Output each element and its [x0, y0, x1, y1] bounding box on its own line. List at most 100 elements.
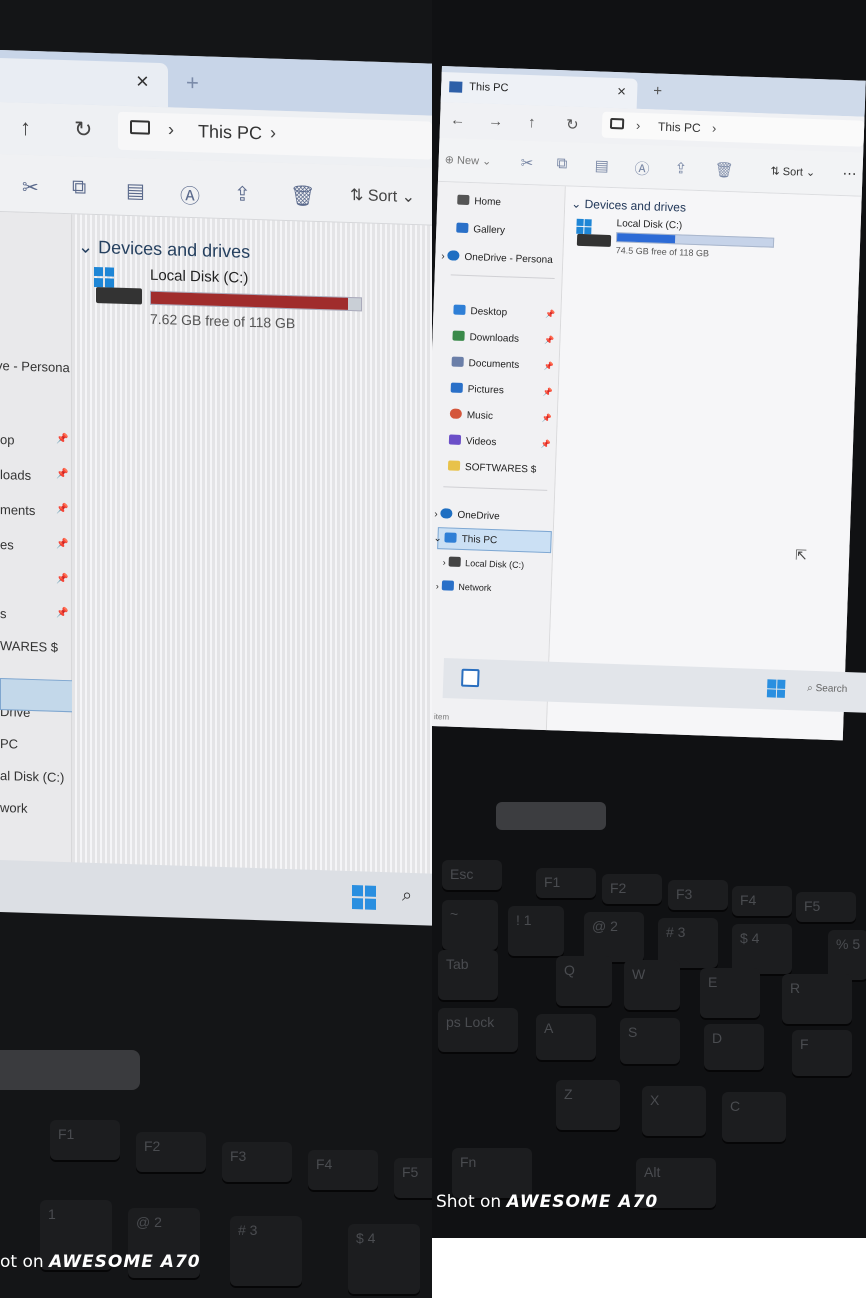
sidebar-item-music[interactable]: Music: [449, 408, 494, 422]
sidebar-item-pictures[interactable]: es: [0, 537, 14, 552]
pin-icon[interactable]: 📌: [543, 388, 553, 397]
sidebar-item-pictures[interactable]: Pictures: [450, 382, 505, 396]
back-arrow-icon[interactable]: ←: [450, 111, 466, 129]
breadcrumb-this-pc[interactable]: This PC: [198, 121, 262, 144]
key-label: F2: [144, 1138, 161, 1154]
more-options-icon[interactable]: ⋯: [842, 165, 857, 182]
new-tab-icon[interactable]: +: [653, 82, 662, 99]
pin-icon[interactable]: 📌: [545, 310, 555, 319]
keyboard-key: R: [782, 974, 852, 1024]
close-tab-icon[interactable]: ×: [617, 83, 626, 100]
sidebar-item-softwares[interactable]: SOFTWARES $: [447, 460, 537, 476]
chevron-right-icon[interactable]: ›: [270, 122, 276, 143]
key-label: ! 1: [516, 912, 532, 928]
key-label: F5: [804, 898, 821, 914]
drive-name[interactable]: Local Disk (C:): [150, 267, 248, 287]
sidebar-item-desktop[interactable]: op: [0, 432, 14, 447]
disk-shape: [576, 233, 612, 248]
sidebar-item-downloads[interactable]: Downloads: [452, 330, 519, 345]
keyboard-key: F1: [50, 1120, 120, 1160]
refresh-icon[interactable]: ↻: [74, 116, 92, 143]
sidebar-selection-this-pc[interactable]: [0, 678, 74, 713]
chevron-right-icon: ›: [168, 119, 174, 140]
start-button-icon[interactable]: [766, 679, 786, 698]
key-label: Esc: [450, 866, 474, 882]
paste-icon[interactable]: ▤: [126, 178, 145, 204]
taskbar-search[interactable]: ⌕ Search: [807, 683, 847, 695]
sidebar-item-documents[interactable]: Documents: [451, 356, 519, 371]
content-pane: ⌄ Devices and drives Local Disk (C:) 7.6…: [72, 214, 432, 924]
sidebar-item-downloads[interactable]: loads: [0, 467, 31, 483]
taskbar-app-icon[interactable]: [461, 668, 480, 688]
refresh-icon[interactable]: ↻: [566, 115, 579, 133]
watermark-brand: AWESOME A70: [506, 1192, 659, 1212]
search-icon[interactable]: ⌕: [402, 885, 412, 906]
sidebar-item-home[interactable]: Home: [457, 194, 502, 209]
forward-arrow-icon[interactable]: →: [488, 113, 504, 131]
rename-icon[interactable]: Ⓐ: [180, 180, 200, 210]
group-header-devices[interactable]: ⌄ Devices and drives: [571, 197, 686, 215]
pin-icon[interactable]: 📌: [543, 362, 553, 371]
sidebar-item-gallery[interactable]: Gallery: [456, 222, 505, 236]
sidebar-item-onedrive[interactable]: › OneDrive: [434, 508, 500, 522]
sidebar-item-label: OneDrive - Persona: [464, 251, 553, 266]
sidebar-item-local-disk[interactable]: al Disk (C:): [0, 768, 64, 785]
new-tab-icon[interactable]: +: [186, 70, 199, 96]
sidebar-item-softwares[interactable]: WARES $: [0, 638, 58, 655]
key-label: 1: [48, 1206, 56, 1222]
rename-icon[interactable]: Ⓐ: [634, 158, 650, 180]
cut-icon[interactable]: ✂: [520, 154, 533, 172]
this-pc-icon: [444, 532, 457, 543]
sidebar-item-label: Home: [474, 196, 502, 209]
close-tab-icon[interactable]: ×: [136, 68, 149, 94]
share-icon[interactable]: ⇪: [674, 159, 687, 177]
sidebar-item-videos[interactable]: s: [0, 606, 7, 621]
sidebar-item-network[interactable]: work: [0, 800, 27, 816]
delete-icon[interactable]: 🗑: [290, 183, 315, 209]
sidebar-item-label: SOFTWARES $: [464, 462, 537, 476]
paste-icon[interactable]: ▤: [594, 156, 609, 174]
key-label: W: [632, 966, 646, 982]
key-label: $ 4: [740, 930, 760, 946]
chevron-right-icon: ›: [635, 117, 641, 133]
key-label: F5: [402, 1164, 419, 1180]
sidebar-item-onedrive-personal[interactable]: ve - Persona: [0, 358, 70, 375]
pin-icon[interactable]: 📌: [544, 336, 554, 345]
new-label: New: [456, 154, 480, 168]
up-arrow-icon[interactable]: ↑: [20, 115, 31, 141]
sidebar-item-desktop[interactable]: Desktop: [453, 304, 507, 318]
sidebar-item-documents[interactable]: ments: [0, 502, 35, 518]
copy-icon[interactable]: ⧉: [72, 176, 86, 199]
pin-icon[interactable]: 📌: [542, 414, 552, 423]
new-button[interactable]: ⊕ New ⌄: [445, 153, 492, 168]
share-icon[interactable]: ⇪: [234, 181, 251, 207]
sort-label: Sort: [367, 187, 398, 206]
drive-icon[interactable]: [576, 218, 613, 250]
sort-button[interactable]: ⇅ Sort ⌄: [770, 165, 815, 180]
up-arrow-icon[interactable]: ↑: [528, 114, 536, 131]
pin-icon[interactable]: 📌: [541, 440, 551, 449]
left-photo: × + ↑ ↻ › This PC › ✂ ⧉ ▤ Ⓐ ⇪ 🗑 ⇅ Sort ⌄…: [0, 0, 432, 1298]
desktop-icon: [453, 304, 466, 315]
drive-name[interactable]: Local Disk (C:): [616, 218, 682, 231]
keyboard-key: F1: [536, 868, 596, 898]
sidebar-item-this-pc[interactable]: ⌄ This PC: [433, 532, 497, 546]
drive-icon[interactable]: [94, 266, 142, 309]
cut-icon[interactable]: ✂: [22, 175, 39, 201]
breadcrumb-this-pc[interactable]: This PC: [658, 120, 701, 135]
key-label: F3: [230, 1148, 247, 1164]
delete-icon[interactable]: 🗑: [714, 161, 734, 180]
disk-shape: [96, 287, 142, 305]
keyboard-key: C: [722, 1092, 786, 1142]
copy-icon[interactable]: ⧉: [556, 155, 567, 172]
network-icon: [441, 580, 454, 591]
sidebar-item-this-pc[interactable]: PC: [0, 736, 18, 752]
sidebar-item-videos[interactable]: Videos: [448, 434, 497, 448]
sidebar-item-onedrive-personal[interactable]: › OneDrive - Persona: [441, 250, 553, 266]
group-header-devices[interactable]: ⌄ Devices and drives: [78, 236, 250, 262]
sort-button[interactable]: ⇅ Sort ⌄: [350, 185, 415, 207]
sidebar-item-local-disk[interactable]: › Local Disk (C:): [443, 556, 525, 570]
chevron-right-icon[interactable]: ›: [712, 120, 717, 135]
start-button-icon[interactable]: [352, 885, 376, 910]
sidebar-item-network[interactable]: › Network: [436, 580, 492, 593]
